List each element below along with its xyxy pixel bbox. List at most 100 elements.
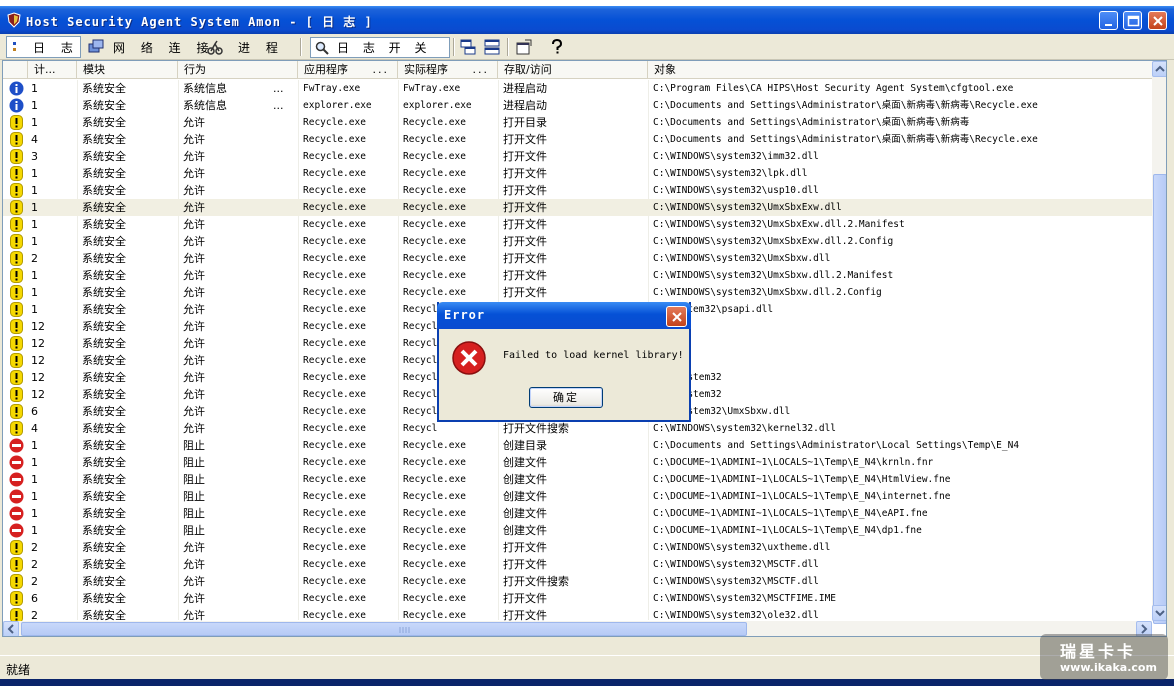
table-row[interactable]: 1 系统安全 阻止 Recycle.exe Recycle.exe 创建文件 C:\DOCU… <box>3 505 1153 522</box>
help-icon[interactable] <box>549 39 565 55</box>
table-row[interactable]: 1 系统安全 阻止 Recycle.exe Recycle.exe 创建文件 C:\DOCU… <box>3 471 1153 488</box>
cell-count: 12 <box>31 354 45 367</box>
cascade-windows-icon[interactable] <box>460 39 476 55</box>
cell-count: 1 <box>31 303 38 316</box>
cell-actual: Recycle.exe <box>403 559 466 570</box>
cell-action: 允许 <box>183 235 205 248</box>
cell-target: C:\DOCUME~1\ADMINI~1\LOCALS~1\Temp\E_N4\… <box>653 457 934 468</box>
cell-count: 12 <box>31 320 45 333</box>
cell-actual: Recycle.exe <box>403 253 466 264</box>
table-row[interactable]: 2 系统安全 允许 Recycle.exe Recycle.exe 打开文件 C:\WIND… <box>3 556 1153 573</box>
cell-actual: Recycle.exe <box>403 151 466 162</box>
column-header-actual-ellipsis: ... <box>472 63 489 76</box>
cell-module: 系统安全 <box>82 82 126 95</box>
vertical-scroll-thumb[interactable] <box>1153 174 1166 624</box>
table-row[interactable]: 4 系统安全 允许 Recycle.exe Recycl 打开文件搜索 C:\WINDOWS… <box>3 420 1153 437</box>
table-row[interactable]: 1 系统安全 允许 Recycle.exe Recycle.exe 打开目录 C:\Docu… <box>3 114 1153 131</box>
log-label: 日 志 <box>33 40 79 55</box>
cell-module: 系统安全 <box>82 507 126 520</box>
maximize-button[interactable] <box>1123 11 1142 30</box>
cell-module: 系统安全 <box>82 592 126 605</box>
column-header-count[interactable]: 计... <box>28 61 77 79</box>
column-header-target[interactable]: 对象 <box>648 61 1153 79</box>
table-row[interactable]: 1 系统安全 允许 Recycle.exe Recycle.exe 打开文件 C:\WIND… <box>3 216 1153 233</box>
dialog-close-button[interactable] <box>666 306 687 327</box>
ok-button[interactable]: 确定 <box>529 387 603 408</box>
warning-icon <box>10 132 23 147</box>
table-row[interactable]: 1 系统安全 允许 Recycle.exe Recycle.exe 打开文件 C:\WIND… <box>3 233 1153 250</box>
cell-action: 允许 <box>183 252 205 265</box>
dialog-title-bar[interactable]: Error <box>437 302 691 329</box>
cell-count: 1 <box>31 473 38 486</box>
cell-access: 打开文件 <box>503 252 547 265</box>
cell-count: 3 <box>31 150 38 163</box>
table-row[interactable]: 1 系统安全 允许 Recycle.exe Recycle.exe 打开文件 C:\WIND… <box>3 165 1153 182</box>
horizontal-scrollbar[interactable] <box>3 621 1152 636</box>
table-row[interactable]: 2 系统安全 允许 Recycle.exe Recycle.exe 打开文件搜索 C:\WI… <box>3 573 1153 590</box>
table-row[interactable]: 1 系统安全 阻止 Recycle.exe Recycle.exe 创建文件 C:\DOCU… <box>3 522 1153 539</box>
table-row[interactable]: 1 系统安全 系统信息 FwTray.exe FwTray.exe 进程启动 C:\Prog… <box>3 80 1153 97</box>
horizontal-scroll-thumb[interactable] <box>21 622 747 636</box>
process-button[interactable]: 进 程 <box>206 36 284 58</box>
cell-access: 创建文件 <box>503 456 547 469</box>
minimize-button[interactable] <box>1099 11 1118 30</box>
column-header-app[interactable]: 应用程序... <box>298 61 398 79</box>
warning-icon <box>10 557 23 572</box>
scroll-left-button[interactable] <box>3 621 19 636</box>
cell-count: 4 <box>31 422 38 435</box>
cell-app: Recycle.exe <box>303 593 366 604</box>
cell-access: 打开文件 <box>503 133 547 146</box>
cell-target: C:\Documents and Settings\Administrator\… <box>653 134 1038 145</box>
tile-windows-icon[interactable] <box>484 39 500 55</box>
network-button[interactable]: 网 络 连 接 <box>87 36 214 58</box>
cell-app: Recycle.exe <box>303 355 366 366</box>
table-row[interactable]: 1 系统安全 允许 Recycle.exe Recycle.exe 打开文件 C:\WIND… <box>3 182 1153 199</box>
warning-icon <box>10 319 23 334</box>
toolbar: 日 志 网 络 连 接 进 程 日 志 开 关 <box>0 34 1174 60</box>
column-header-actual[interactable]: 实际程序... <box>398 61 498 79</box>
log-switch-button[interactable]: 日 志 开 关 <box>310 37 450 58</box>
cell-module: 系统安全 <box>82 371 126 384</box>
cell-target: OWS <box>653 335 1151 352</box>
error-icon <box>452 341 486 375</box>
table-row[interactable]: 3 系统安全 允许 Recycle.exe Recycle.exe 打开文件 C:\WIND… <box>3 148 1153 165</box>
cell-module: 系统安全 <box>82 303 126 316</box>
cell-access: 打开文件 <box>503 558 547 571</box>
table-row[interactable]: 6 系统安全 允许 Recycle.exe Recycle.exe 打开文件 C:\WIND… <box>3 590 1153 607</box>
cell-module: 系统安全 <box>82 252 126 265</box>
cell-access: 创建文件 <box>503 473 547 486</box>
column-header-access[interactable]: 存取/访问 <box>498 61 648 79</box>
cell-access: 打开文件 <box>503 269 547 282</box>
properties-icon[interactable] <box>516 39 532 55</box>
cell-actual: Recycle.exe <box>403 134 466 145</box>
warning-icon <box>10 251 23 266</box>
table-row[interactable]: 1 系统安全 允许 Recycle.exe Recycle.exe 打开文件 C:\WIND… <box>3 199 1153 216</box>
table-row[interactable]: 4 系统安全 允许 Recycle.exe Recycle.exe 打开文件 C:\Docu… <box>3 131 1153 148</box>
taskbar-edge <box>0 679 1174 686</box>
cell-count: 1 <box>31 99 38 112</box>
column-header-module[interactable]: 模块 <box>77 61 178 79</box>
column-header-icon[interactable] <box>3 61 28 79</box>
scroll-down-button[interactable] <box>1152 605 1166 621</box>
warning-icon <box>10 591 23 606</box>
table-row[interactable]: 2 系统安全 允许 Recycle.exe Recycle.exe 打开文件 C:\WIND… <box>3 539 1153 556</box>
log-button[interactable]: 日 志 <box>6 36 81 58</box>
table-row[interactable]: 1 系统安全 阻止 Recycle.exe Recycle.exe 创建文件 C:\DOCU… <box>3 488 1153 505</box>
table-row[interactable]: 1 系统安全 阻止 Recycle.exe Recycle.exe 创建文件 C:\DOCU… <box>3 454 1153 471</box>
table-row[interactable]: 1 系统安全 阻止 Recycle.exe Recycle.exe 创建目录 C:\Docu… <box>3 437 1153 454</box>
cell-actual: Recycle.exe <box>403 185 466 196</box>
cell-module: 系统安全 <box>82 354 126 367</box>
cell-count: 1 <box>31 439 38 452</box>
close-button[interactable] <box>1148 11 1167 30</box>
column-header-action[interactable]: 行为 <box>178 61 298 79</box>
scroll-up-button[interactable] <box>1152 61 1166 77</box>
cell-action: 允许 <box>183 354 205 367</box>
minimize-icon <box>1105 24 1112 26</box>
vertical-scrollbar[interactable] <box>1152 61 1166 624</box>
table-row[interactable]: 1 系统安全 允许 Recycle.exe Recycle.exe 打开文件 C:\WIND… <box>3 284 1153 301</box>
cell-module: 系统安全 <box>82 541 126 554</box>
table-row[interactable]: 2 系统安全 允许 Recycle.exe Recycle.exe 打开文件 C:\WIND… <box>3 250 1153 267</box>
table-row[interactable]: 1 系统安全 允许 Recycle.exe Recycle.exe 打开文件 C:\WIND… <box>3 267 1153 284</box>
title-bar[interactable]: Host Security Agent System Amon - [ 日 志 … <box>0 6 1174 34</box>
table-row[interactable]: 1 系统安全 系统信息 explorer.exe explorer.exe 进程启动 C:\… <box>3 97 1153 114</box>
